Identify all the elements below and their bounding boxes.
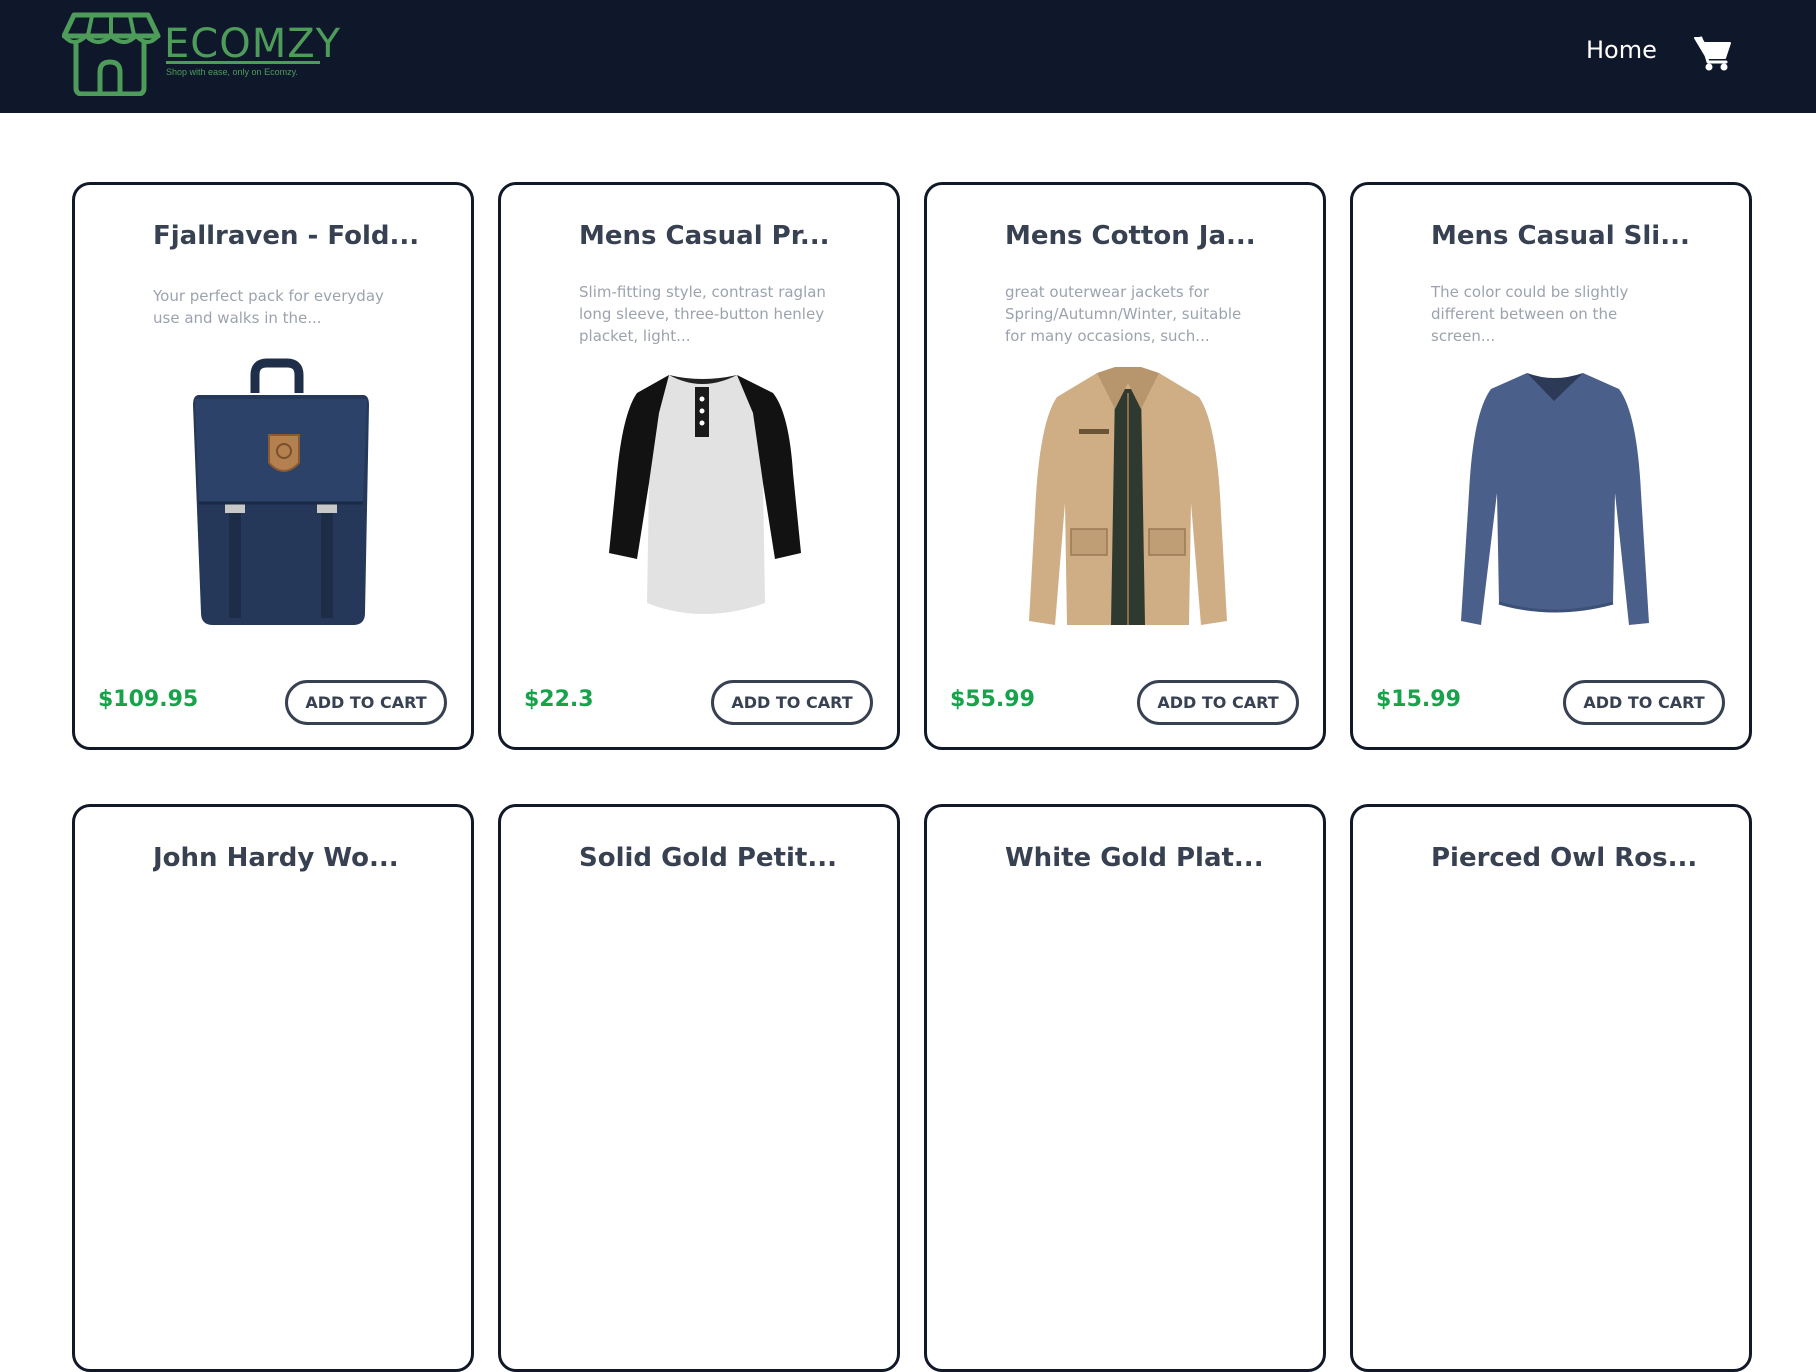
product-description: great outerwear jackets for Spring/Autum… <box>1005 283 1242 345</box>
add-to-cart-button[interactable]: ADD TO CART <box>711 680 873 725</box>
backpack-image <box>193 358 369 625</box>
product-card: Solid Gold Petit... <box>498 804 900 1372</box>
product-price: $15.99 <box>1376 687 1461 712</box>
product-card: Mens Casual Sli... The color could be sl… <box>1350 182 1752 750</box>
product-card: Pierced Owl Ros... <box>1350 804 1752 1372</box>
product-card: Mens Casual Pr... Slim-fitting style, co… <box>498 182 900 750</box>
product-title: Mens Casual Pr... <box>579 221 830 251</box>
brand-logo[interactable]: ECOMZY Shop with ease, only on Ecomzy. <box>62 10 340 96</box>
brand-tagline: Shop with ease, only on Ecomzy. <box>166 67 298 77</box>
product-card: John Hardy Wo... <box>72 804 474 1372</box>
product-price: $22.3 <box>524 687 594 712</box>
navbar: ECOMZY Shop with ease, only on Ecomzy. H… <box>0 0 1816 113</box>
product-card: Fjallraven - Fold... Your perfect pack f… <box>72 182 474 750</box>
product-description: Your perfect pack for everyday use and w… <box>153 287 384 327</box>
add-to-cart-button[interactable]: ADD TO CART <box>1563 680 1725 725</box>
nav-home-link[interactable]: Home <box>1586 36 1657 64</box>
product-price: $109.95 <box>98 687 199 712</box>
add-to-cart-button[interactable]: ADD TO CART <box>285 680 447 725</box>
cart-button[interactable] <box>1694 35 1732 71</box>
product-price: $55.99 <box>950 687 1035 712</box>
brand-underline <box>166 61 320 64</box>
product-card: White Gold Plat... <box>924 804 1326 1372</box>
product-description: The color could be slightly different be… <box>1431 283 1629 345</box>
shopping-cart-icon <box>1694 36 1731 71</box>
storefront-icon <box>62 12 161 96</box>
product-title: Fjallraven - Fold... <box>153 221 420 251</box>
product-title: Mens Casual Sli... <box>1431 221 1690 251</box>
product-card: Mens Cotton Ja... great outerwear jacket… <box>924 182 1326 750</box>
brand-name: ECOMZY <box>164 21 342 67</box>
add-to-cart-button[interactable]: ADD TO CART <box>1137 680 1299 725</box>
cotton-jacket-image <box>1029 367 1227 625</box>
product-title: Mens Cotton Ja... <box>1005 221 1256 251</box>
raglan-shirt-image <box>609 375 801 614</box>
product-description: Slim-fitting style, contrast raglan long… <box>579 283 826 345</box>
long-sleeve-shirt-image <box>1461 373 1649 625</box>
